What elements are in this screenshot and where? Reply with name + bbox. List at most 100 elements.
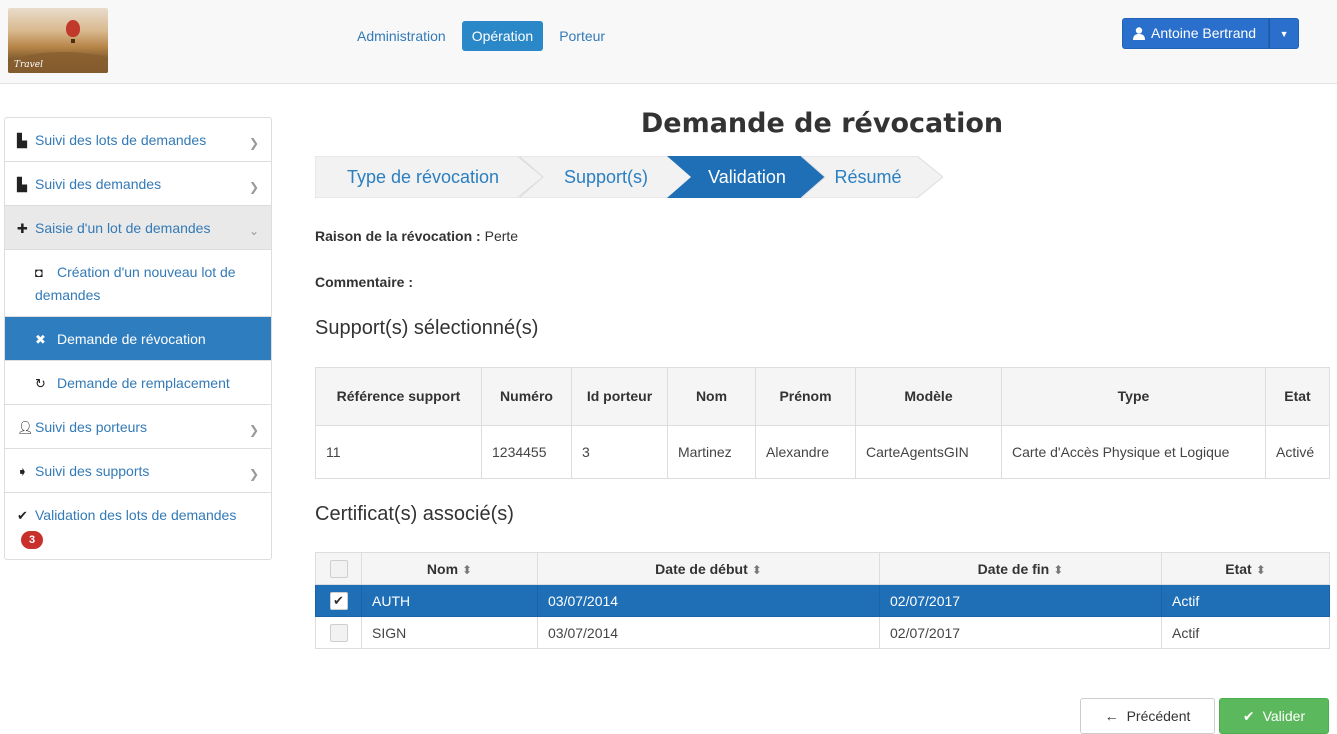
row-checkbox[interactable]: ✔ [329,591,348,610]
col-prenom: Prénom [755,367,856,426]
sidebar-item-label: Suivi des supports [35,463,150,479]
cell-cert-date-debut: 03/07/2014 [537,616,880,649]
wizard-step-resume[interactable]: Résumé [801,156,943,198]
cell-cert-date-fin: 02/07/2017 [879,616,1162,649]
caret-down-icon: ▼ [1279,28,1289,39]
cell-reference: 11 [315,425,482,479]
balloon-basket [71,39,75,43]
row-checkbox[interactable] [329,623,348,642]
sidebar: ▙ Suivi des lots de demandes ❯ ▙ Suivi des… [4,117,272,560]
user-button[interactable]: Antoine Bertrand [1122,18,1270,49]
revocation-reason: Raison de la révocation : Perte [315,228,518,244]
sidebar-item-suivi-demandes[interactable]: ▙ Suivi des demandes ❯ [5,162,271,206]
col-id-porteur: Id porteur [571,367,668,426]
chevron-right-icon: ❯ [248,467,259,481]
sort-icon: ⬍ [1255,562,1266,577]
select-all-checkbox[interactable] [329,559,348,578]
logo-text: Travel [14,60,43,70]
user-dropdown-toggle[interactable]: ▼ [1269,18,1300,49]
menu-porteur[interactable]: Porteur [549,21,615,51]
sidebar-item-label: Suivi des demandes [35,176,162,192]
cell-select [315,616,362,649]
previous-button[interactable]: ← Précédent [1080,698,1215,734]
sidebar-item-demande-remplacement[interactable]: ↻ Demande de remplacement [5,361,271,405]
cell-modele: CarteAgentsGIN [855,425,1002,479]
certificates-section-title: Certificat(s) associé(s) [315,503,514,525]
cell-cert-etat: Actif [1161,616,1330,649]
user-icon [1133,27,1145,40]
col-type: Type [1001,367,1266,426]
balloon-icon [66,20,80,37]
main-menu: Administration Opération Porteur [347,21,615,51]
check-icon: ✔ [17,508,28,523]
previous-button-label: Précédent [1126,708,1191,724]
check-icon: ✔ [1242,707,1255,724]
refresh-icon: ↻ [35,376,46,391]
sidebar-item-saisie-lot[interactable]: ✚ Saisie d'un lot de demandes ⌄ [5,206,271,250]
reason-label: Raison de la révocation : [315,228,481,244]
sidebar-item-suivi-porteurs[interactable]: 👤︎Suivi des porteurs ❯ [5,405,271,449]
sort-icon: ⬍ [462,562,473,577]
table-header-row: Nom ⬍ Date de début ⬍ Date de fin ⬍ Etat ⬍ [315,552,1330,585]
menu-operation[interactable]: Opération [461,21,544,51]
times-icon: ✖ [35,332,46,347]
sidebar-item-label: Demande de révocation [57,331,206,347]
cell-select: ✔ [315,584,362,617]
chevron-down-icon: ⌄ [248,224,259,238]
col-numero: Numéro [481,367,572,426]
wizard-step-type[interactable]: Type de révocation [315,156,543,198]
cell-nom: Martinez [667,425,756,479]
col-nom: Nom [667,367,756,426]
sort-icon: ⬍ [1053,562,1064,577]
table-row[interactable]: ✔ AUTH 03/07/2014 02/07/2017 Actif [315,584,1330,617]
sidebar-item-label: Création d'un nouveau lot de demandes [35,264,236,303]
table-row[interactable]: SIGN 03/07/2014 02/07/2017 Actif [315,616,1330,649]
header-label: Date de fin [977,560,1050,577]
table-row[interactable]: 11 1234455 3 Martinez Alexandre CarteAge… [315,425,1330,479]
wizard-steps: Type de révocation Support(s) Validation… [315,156,955,198]
cell-cert-date-debut: 03/07/2014 [537,584,880,617]
wizard-step-label: Type de révocation [346,167,500,187]
cell-etat: Activé [1265,425,1330,479]
col-cert-nom[interactable]: Nom ⬍ [361,552,538,585]
inbox-icon: ◘ [35,265,43,280]
tags-icon: ➧ [17,464,28,479]
cell-cert-nom: AUTH [361,584,538,617]
header-label: Date de début [655,560,748,577]
cell-prenom: Alexandre [755,425,856,479]
wizard-step-label: Résumé [834,167,902,187]
sidebar-item-creation-lot[interactable]: ◘ Création d'un nouveau lot de demandes [5,250,271,317]
sort-icon: ⬍ [751,562,762,577]
validate-button[interactable]: ✔ Valider [1219,698,1329,734]
wizard-step-label: Support(s) [563,167,649,187]
user-name: Antoine Bertrand [1151,25,1257,41]
sidebar-item-validation-lots[interactable]: ✔ Validation des lots de demandes 3 [5,493,271,559]
menu-administration[interactable]: Administration [347,21,456,51]
cell-type: Carte d'Accès Physique et Logique [1001,425,1266,479]
col-cert-date-fin[interactable]: Date de fin ⬍ [879,552,1162,585]
col-cert-date-debut[interactable]: Date de début ⬍ [537,552,880,585]
pending-count-badge: 3 [21,531,44,549]
file-icon: ▙ [17,133,27,148]
chevron-right-icon: ❯ [248,423,259,437]
sidebar-item-label: Demande de remplacement [57,375,230,391]
reason-value: Perte [484,228,519,244]
sidebar-item-suivi-supports[interactable]: ➧ Suivi des supports ❯ [5,449,271,493]
checkmark-icon: ✔ [333,592,344,608]
col-cert-etat[interactable]: Etat ⬍ [1161,552,1330,585]
sidebar-item-label: Saisie d'un lot de demandes [35,220,211,236]
col-etat: Etat [1265,367,1330,426]
col-modele: Modèle [855,367,1002,426]
cell-cert-date-fin: 02/07/2017 [879,584,1162,617]
sidebar-item-label: Suivi des porteurs [35,419,148,435]
sidebar-item-suivi-lots[interactable]: ▙ Suivi des lots de demandes ❯ [5,118,271,162]
validate-button-label: Valider [1262,708,1306,724]
cell-numero: 1234455 [481,425,572,479]
file-icon: ▙ [17,177,27,192]
col-select-all [315,552,362,585]
certificates-table: Nom ⬍ Date de début ⬍ Date de fin ⬍ Etat ⬍ ✔… [315,552,1330,649]
chevron-right-icon: ❯ [248,180,259,194]
app-logo[interactable]: Travel [8,8,108,73]
sidebar-item-demande-revocation[interactable]: ✖ Demande de révocation [5,317,271,361]
page-title: Demande de révocation [640,108,1004,139]
